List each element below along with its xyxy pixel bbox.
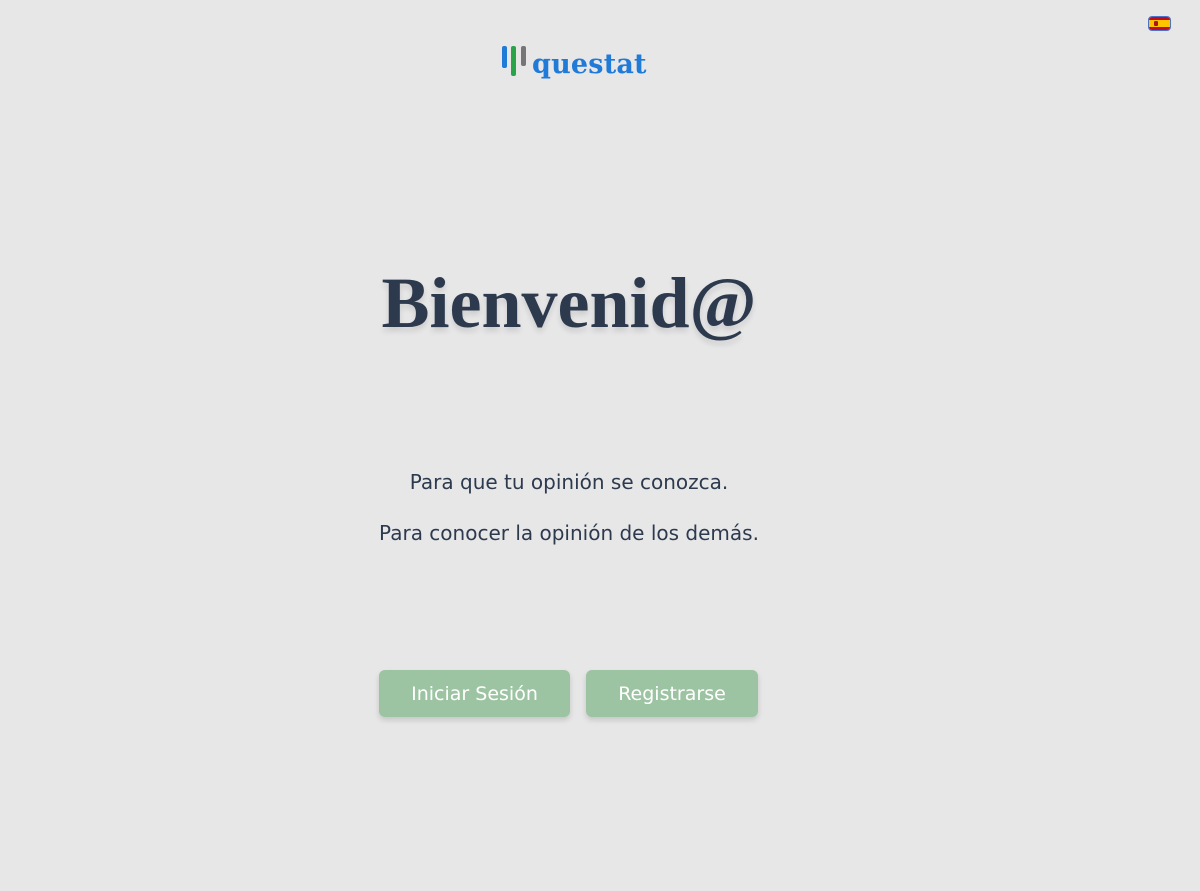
login-button[interactable]: Iniciar Sesión (379, 670, 570, 717)
tagline-2: Para conocer la opinión de los demás. (379, 521, 759, 545)
tagline-1: Para que tu opinión se conozca. (409, 470, 729, 494)
welcome-title: Bienvenid@ (381, 263, 757, 343)
register-button[interactable]: Registrarse (586, 670, 758, 717)
bar-chart-logo-icon (502, 44, 529, 80)
questat-logo: questat (502, 44, 647, 86)
logo-text: questat (532, 49, 647, 80)
language-selector[interactable] (1148, 16, 1171, 31)
